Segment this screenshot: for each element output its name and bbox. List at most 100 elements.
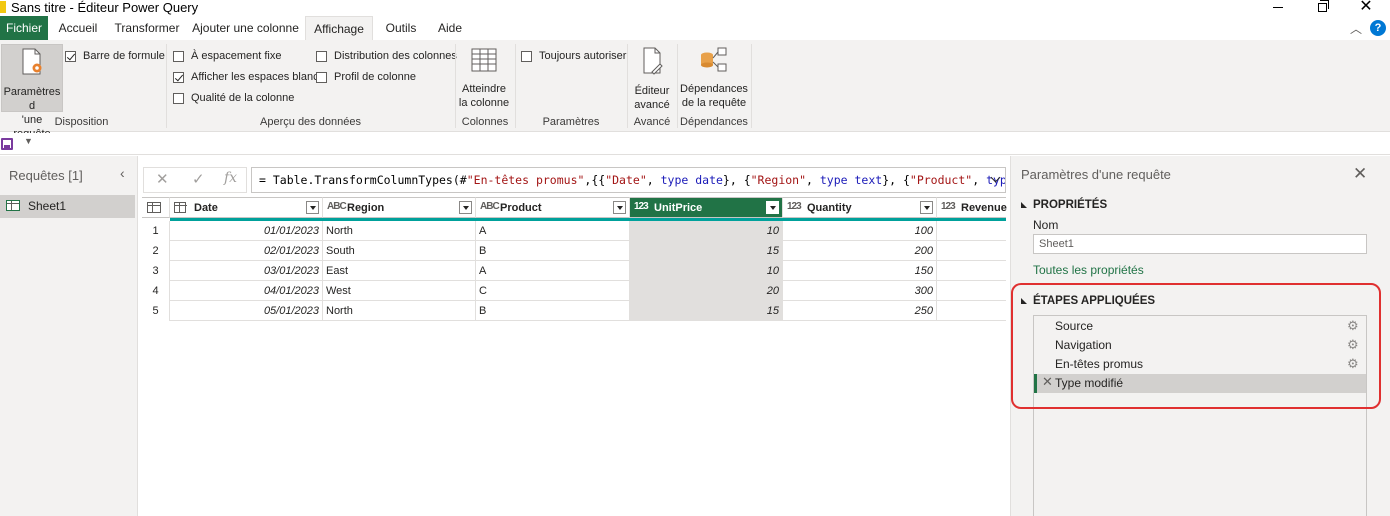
fx-icon[interactable]: fx: [224, 170, 237, 186]
table-icon: [6, 200, 20, 211]
tab-affichage[interactable]: Affichage: [305, 16, 373, 40]
cell-date[interactable]: 04/01/2023: [170, 281, 323, 301]
cell-quantity[interactable]: 100: [783, 221, 937, 241]
show-whitespace-checkbox[interactable]: Afficher les espaces blancs: [173, 71, 324, 83]
tab-accueil[interactable]: Accueil: [54, 16, 102, 40]
cell-unitprice[interactable]: 20: [630, 281, 783, 301]
gear-icon[interactable]: ⚙: [1347, 337, 1359, 353]
fixed-spacing-checkbox[interactable]: À espacement fixe: [173, 50, 282, 62]
query-settings-pane: Paramètres d'une requête ✕ PROPRIÉTÉS No…: [1010, 156, 1390, 516]
all-properties-link[interactable]: Toutes les propriétés: [1033, 263, 1144, 277]
minimize-icon: [1273, 6, 1283, 8]
column-quality-label: Qualité de la colonne: [191, 92, 295, 104]
query-name-input[interactable]: Sheet1: [1033, 234, 1367, 254]
step-changed-type[interactable]: ✕ Type modifié: [1034, 374, 1366, 393]
tab-outils[interactable]: Outils: [380, 16, 422, 40]
delete-step-icon[interactable]: ✕: [1042, 374, 1053, 390]
table-menu-button[interactable]: [142, 197, 170, 218]
help-icon[interactable]: ?: [1370, 20, 1386, 36]
column-header-quantity[interactable]: 123 Quantity: [783, 197, 937, 218]
column-filter-dropdown-icon[interactable]: [766, 201, 779, 214]
gear-icon[interactable]: ⚙: [1347, 318, 1359, 334]
tab-fichier[interactable]: Fichier: [0, 16, 48, 40]
column-header-revenue[interactable]: 123 Revenue: [937, 197, 1007, 218]
cell-product[interactable]: B: [476, 241, 630, 261]
cell-region[interactable]: North: [323, 301, 476, 321]
tab-aide[interactable]: Aide: [433, 16, 467, 40]
query-settings-button[interactable]: Paramètres d 'une requête: [1, 44, 63, 140]
column-filter-dropdown-icon[interactable]: [459, 201, 472, 214]
row-number[interactable]: 3: [142, 261, 170, 281]
cancel-formula-icon[interactable]: ✕: [156, 170, 169, 188]
cell-region[interactable]: North: [323, 221, 476, 241]
cell-unitprice[interactable]: 10: [630, 221, 783, 241]
row-number[interactable]: 4: [142, 281, 170, 301]
always-allow-checkbox[interactable]: Toujours autoriser: [521, 50, 626, 62]
properties-section-title[interactable]: PROPRIÉTÉS: [1021, 199, 1107, 211]
column-header-date[interactable]: Date: [170, 197, 323, 218]
cell-quantity[interactable]: 150: [783, 261, 937, 281]
cell-product[interactable]: C: [476, 281, 630, 301]
column-header-region[interactable]: ABC Region: [323, 197, 476, 218]
column-distribution-checkbox[interactable]: Distribution des colonnes: [316, 50, 457, 62]
row-number[interactable]: 1: [142, 221, 170, 241]
cell-date[interactable]: 01/01/2023: [170, 221, 323, 241]
cell-product[interactable]: A: [476, 261, 630, 281]
cell-quantity[interactable]: 250: [783, 301, 937, 321]
column-filter-dropdown-icon[interactable]: [920, 201, 933, 214]
customize-toolbar-chevron-icon[interactable]: ▼: [24, 136, 33, 146]
cell-date[interactable]: 02/01/2023: [170, 241, 323, 261]
expand-formula-chevron-icon[interactable]: [991, 174, 1001, 184]
goto-column-icon: [471, 48, 497, 72]
formula-input[interactable]: = Table.TransformColumnTypes(#"En-têtes …: [251, 167, 1006, 193]
query-dependencies-button[interactable]: Dépendances de la requête: [680, 44, 748, 112]
checkbox-unchecked-icon: [316, 50, 327, 62]
goto-column-button[interactable]: Atteindre la colonne: [457, 44, 511, 112]
minimize-button[interactable]: [1268, 0, 1288, 14]
column-profile-checkbox[interactable]: Profil de colonne: [316, 71, 416, 83]
cell-region[interactable]: West: [323, 281, 476, 301]
column-header-label: Date: [194, 202, 218, 214]
cell-unitprice[interactable]: 15: [630, 241, 783, 261]
advanced-editor-button[interactable]: Éditeur avancé: [630, 44, 674, 112]
cell-date[interactable]: 03/01/2023: [170, 261, 323, 281]
cell-region[interactable]: East: [323, 261, 476, 281]
column-header-unitprice[interactable]: 123 UnitPrice: [630, 197, 783, 218]
query-dependencies-label-1: Dépendances: [680, 83, 748, 95]
cell-region[interactable]: South: [323, 241, 476, 261]
collapse-ribbon-icon[interactable]: ︿: [1350, 20, 1362, 37]
ribbon-tabs: Fichier Accueil Transformer Ajouter une …: [0, 16, 1390, 40]
tab-ajouter-colonne[interactable]: Ajouter une colonne: [192, 16, 299, 40]
column-quality-checkbox[interactable]: Qualité de la colonne: [173, 92, 294, 104]
cell-quantity[interactable]: 300: [783, 281, 937, 301]
cell-quantity[interactable]: 200: [783, 241, 937, 261]
close-pane-icon[interactable]: ✕: [1353, 164, 1367, 184]
applied-steps-section-title[interactable]: ÉTAPES APPLIQUÉES: [1021, 295, 1155, 307]
cell-date[interactable]: 05/01/2023: [170, 301, 323, 321]
formula-buttons: ✕ ✓ fx: [143, 167, 247, 193]
formula-bar-checkbox[interactable]: Barre de formule: [65, 50, 165, 62]
restore-button[interactable]: [1312, 0, 1332, 14]
cell-unitprice[interactable]: 15: [630, 301, 783, 321]
cell-product[interactable]: B: [476, 301, 630, 321]
query-item-sheet1[interactable]: Sheet1: [0, 195, 135, 218]
tab-transformer[interactable]: Transformer: [112, 16, 182, 40]
column-header-product[interactable]: ABC Product: [476, 197, 630, 218]
save-icon[interactable]: [1, 138, 13, 150]
cell-product[interactable]: A: [476, 221, 630, 241]
step-source[interactable]: Source ⚙: [1034, 317, 1366, 336]
collapse-queries-icon[interactable]: ‹: [120, 165, 125, 181]
row-number[interactable]: 2: [142, 241, 170, 261]
query-dependencies-icon: [701, 47, 727, 72]
column-filter-dropdown-icon[interactable]: [613, 201, 626, 214]
cell-unitprice[interactable]: 10: [630, 261, 783, 281]
query-settings-icon: [22, 48, 42, 75]
step-navigation[interactable]: Navigation ⚙: [1034, 336, 1366, 355]
main-area: ✕ ✓ fx = Table.TransformColumnTypes(#"En…: [139, 156, 1010, 516]
gear-icon[interactable]: ⚙: [1347, 356, 1359, 372]
close-window-button[interactable]: ✕: [1356, 0, 1376, 15]
commit-formula-icon[interactable]: ✓: [192, 170, 205, 188]
column-filter-dropdown-icon[interactable]: [306, 201, 319, 214]
row-number[interactable]: 5: [142, 301, 170, 321]
step-promoted-headers[interactable]: En-têtes promus ⚙: [1034, 355, 1366, 374]
